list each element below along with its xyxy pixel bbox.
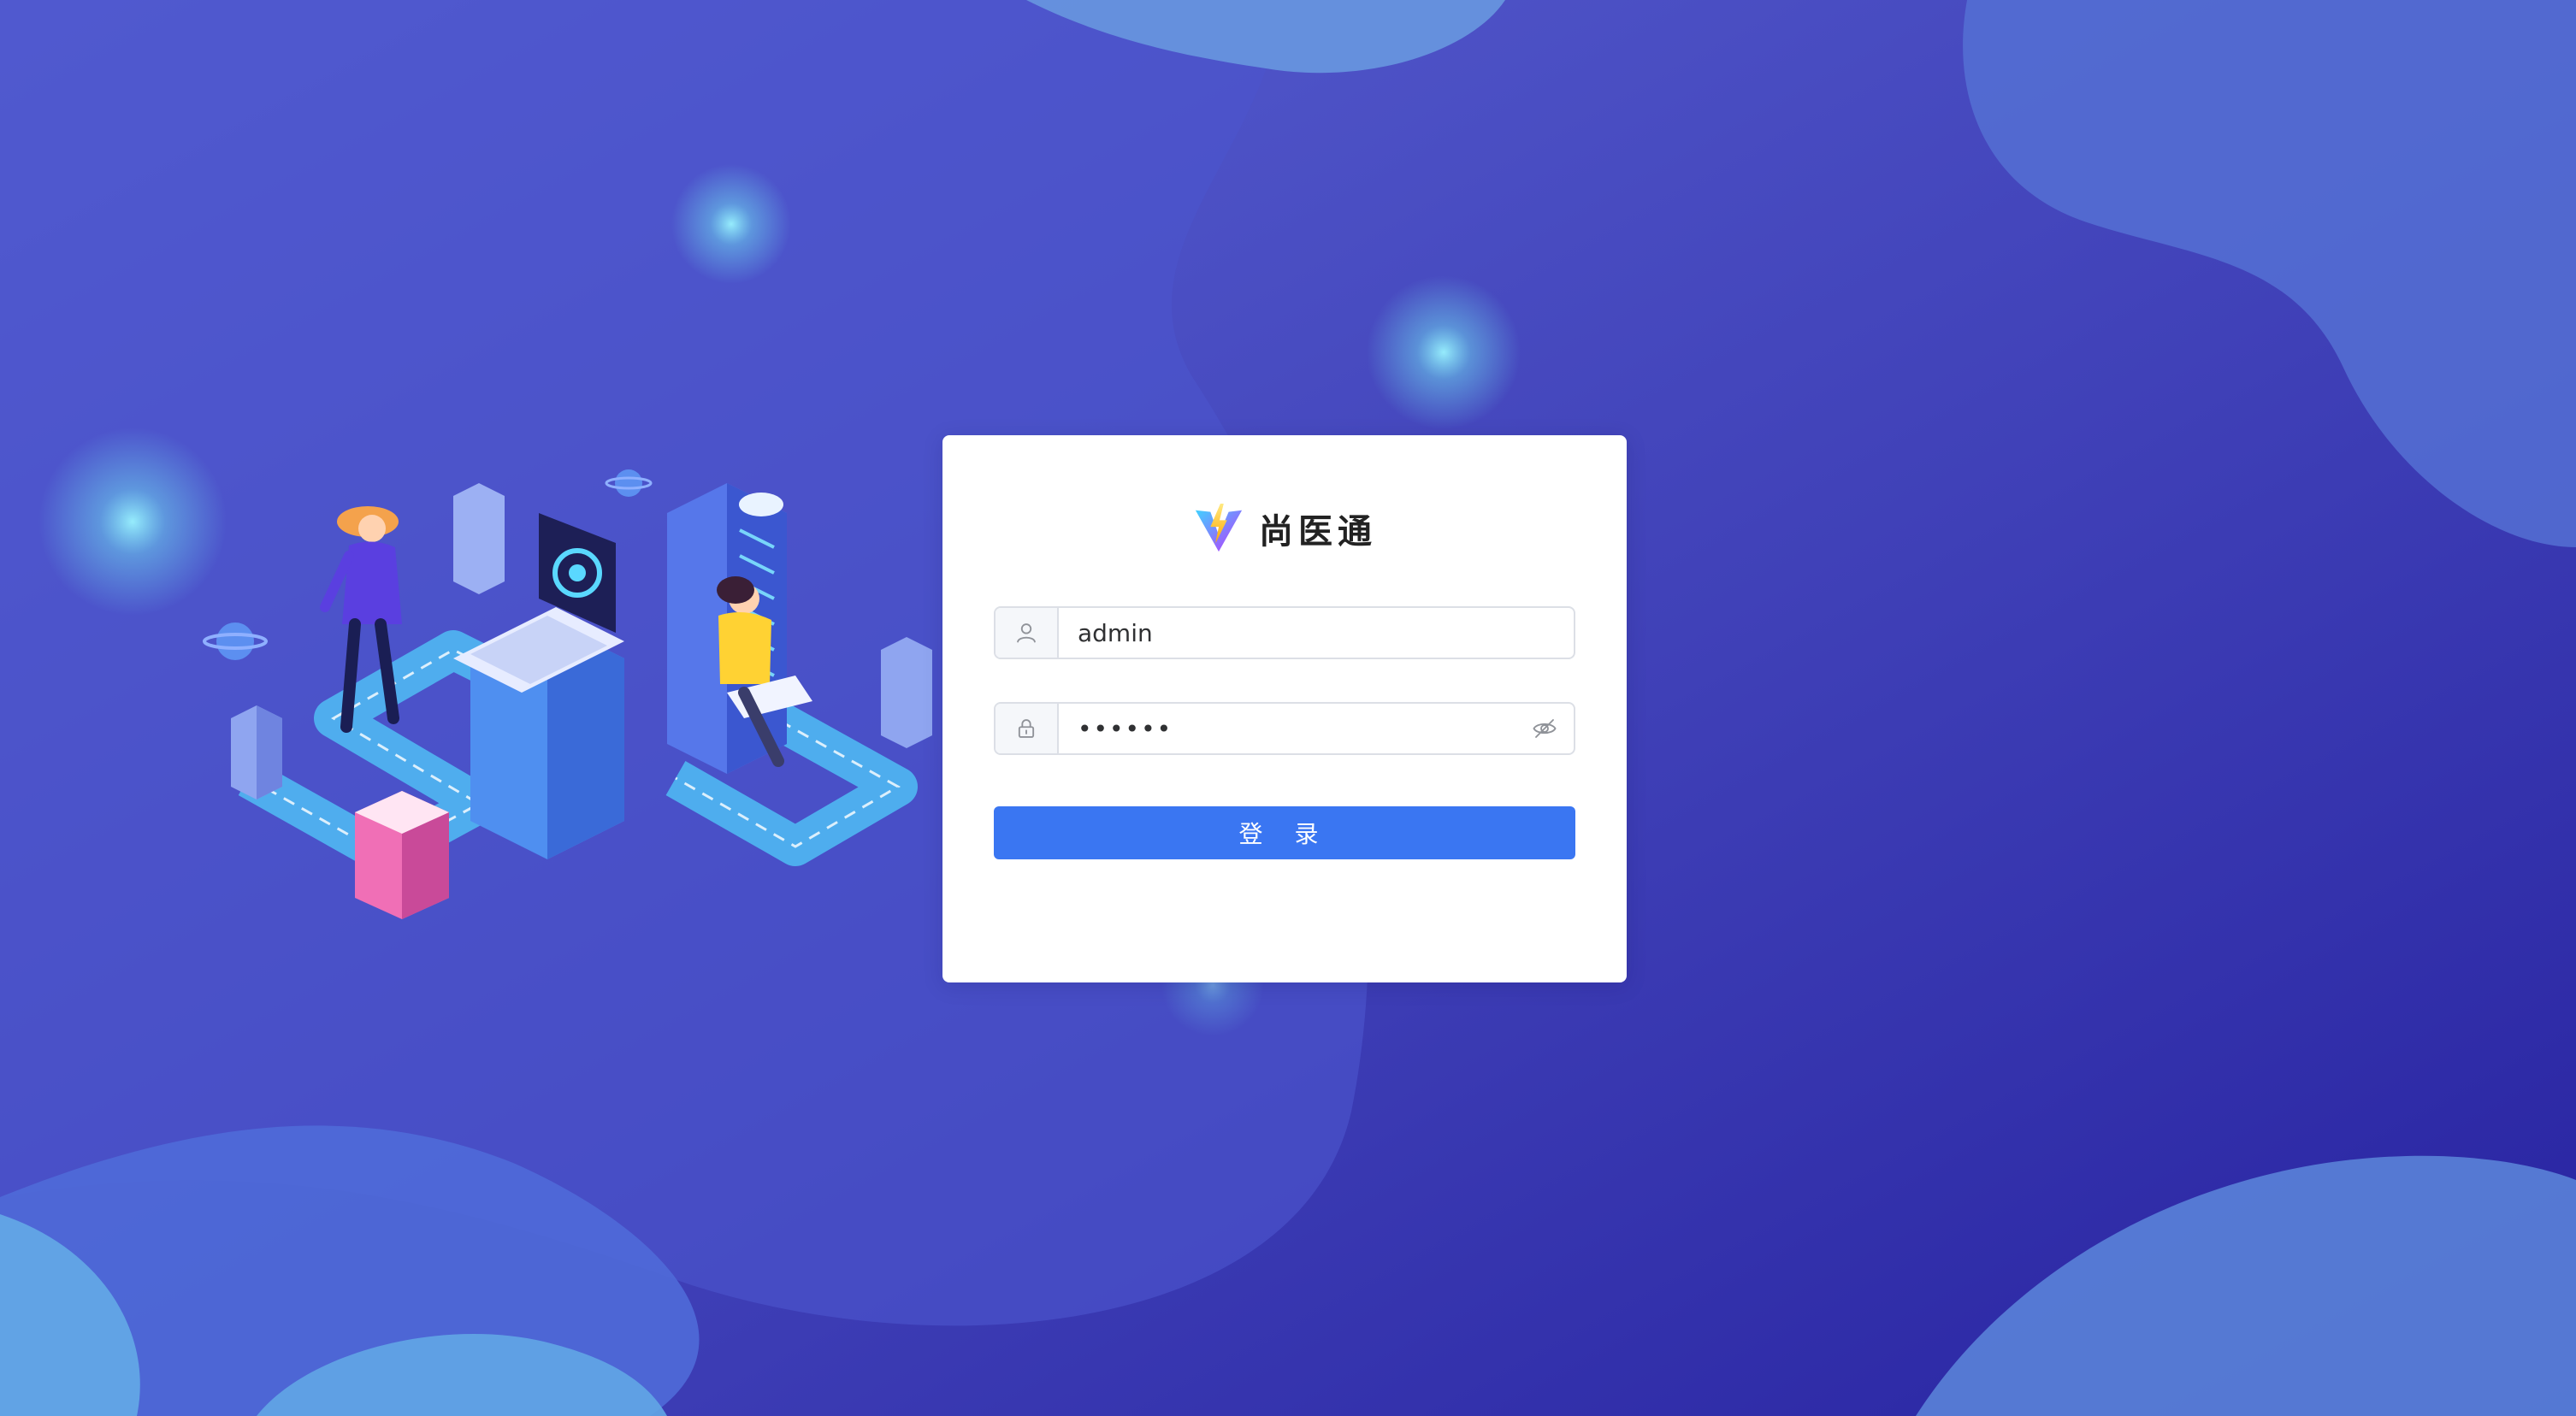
login-button[interactable]: 登 录 (994, 806, 1575, 859)
password-value: •••••• (1078, 714, 1173, 743)
username-input[interactable]: admin (1059, 608, 1574, 658)
lock-icon (1018, 719, 1035, 738)
brand-header: 尚医通 (942, 502, 1627, 555)
login-page: 尚医通 admin •••••• 登 录 (0, 0, 2576, 1416)
username-value: admin (1078, 618, 1153, 647)
eye-slash-icon[interactable] (1532, 716, 1557, 741)
username-prefix (996, 608, 1059, 658)
login-card: 尚医通 admin •••••• 登 录 (942, 435, 1627, 982)
vite-logo-icon (1195, 503, 1243, 552)
hero-illustration (203, 469, 932, 919)
username-field[interactable]: admin (994, 606, 1575, 659)
user-icon (1017, 623, 1036, 643)
password-field[interactable]: •••••• (994, 702, 1575, 755)
password-input[interactable]: •••••• (1059, 704, 1515, 753)
password-prefix (996, 704, 1059, 753)
password-visibility-toggle[interactable] (1515, 704, 1574, 753)
brand-name: 尚医通 (1259, 512, 1377, 552)
